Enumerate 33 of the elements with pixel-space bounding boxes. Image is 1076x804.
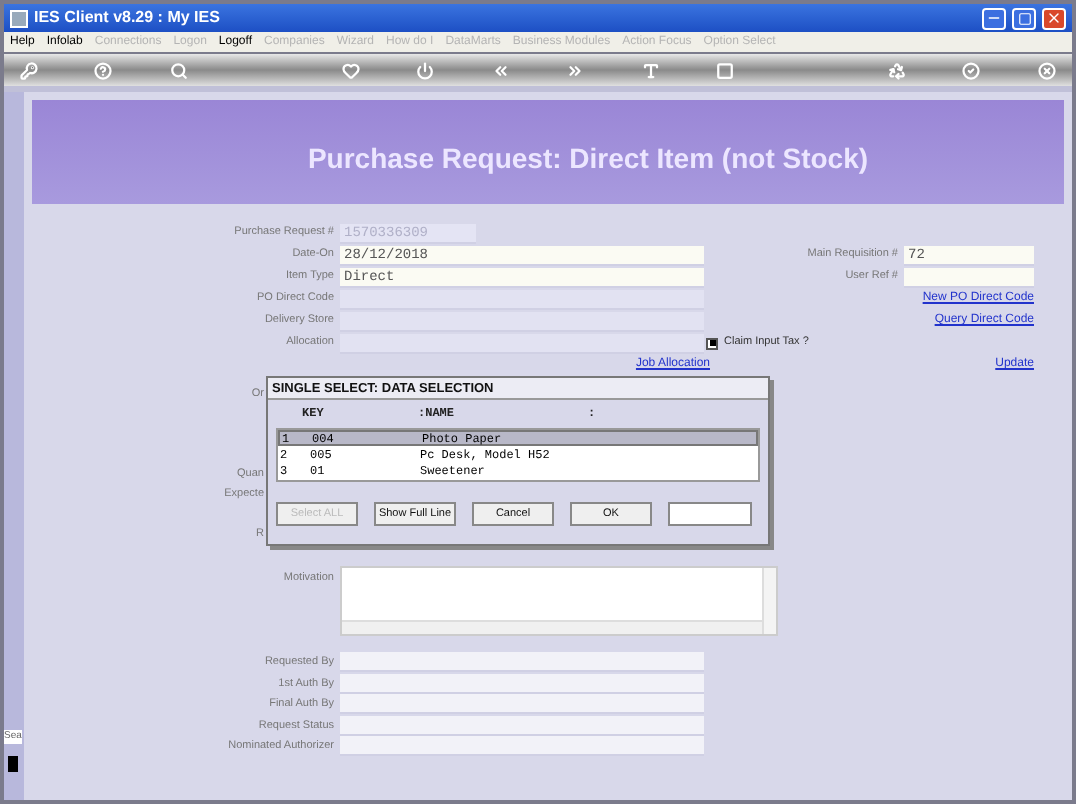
input-field[interactable] (340, 673, 704, 694)
double-left-icon[interactable] (491, 61, 510, 79)
horizontal-scrollbar[interactable] (342, 620, 762, 634)
power-icon[interactable] (416, 61, 435, 79)
square-icon[interactable] (716, 61, 735, 79)
app-icon (10, 9, 28, 27)
maximize-icon (1017, 11, 1031, 25)
input-field[interactable] (340, 715, 704, 736)
text-icon[interactable] (641, 61, 660, 79)
close-button[interactable] (1042, 7, 1066, 29)
input-field[interactable] (340, 289, 704, 309)
help-icon[interactable] (94, 61, 113, 79)
double-right-icon[interactable] (566, 61, 585, 79)
heart-icon[interactable] (341, 61, 360, 79)
checkbox[interactable] (706, 337, 718, 349)
recycle-icon[interactable] (887, 61, 906, 79)
vertical-scrollbar[interactable] (762, 568, 776, 634)
search-icon[interactable] (169, 61, 188, 79)
module-icon (8, 756, 18, 772)
input-field[interactable] (340, 694, 704, 715)
close-icon[interactable] (1037, 61, 1056, 79)
input-field[interactable] (340, 736, 704, 757)
minimize-button[interactable] (982, 7, 1006, 29)
maximize-button[interactable] (1012, 7, 1036, 29)
close-icon (1046, 10, 1062, 26)
input-field[interactable] (340, 652, 704, 673)
input-field[interactable] (904, 267, 1034, 287)
input-field[interactable] (668, 502, 752, 526)
input-field[interactable] (340, 333, 704, 353)
key-icon[interactable] (20, 61, 38, 79)
page-title: Purchase Request: Direct Item (not Stock) (305, 140, 869, 178)
window-title: IES Client v8.29 : My IES (34, 6, 220, 30)
check-icon[interactable] (962, 61, 981, 79)
